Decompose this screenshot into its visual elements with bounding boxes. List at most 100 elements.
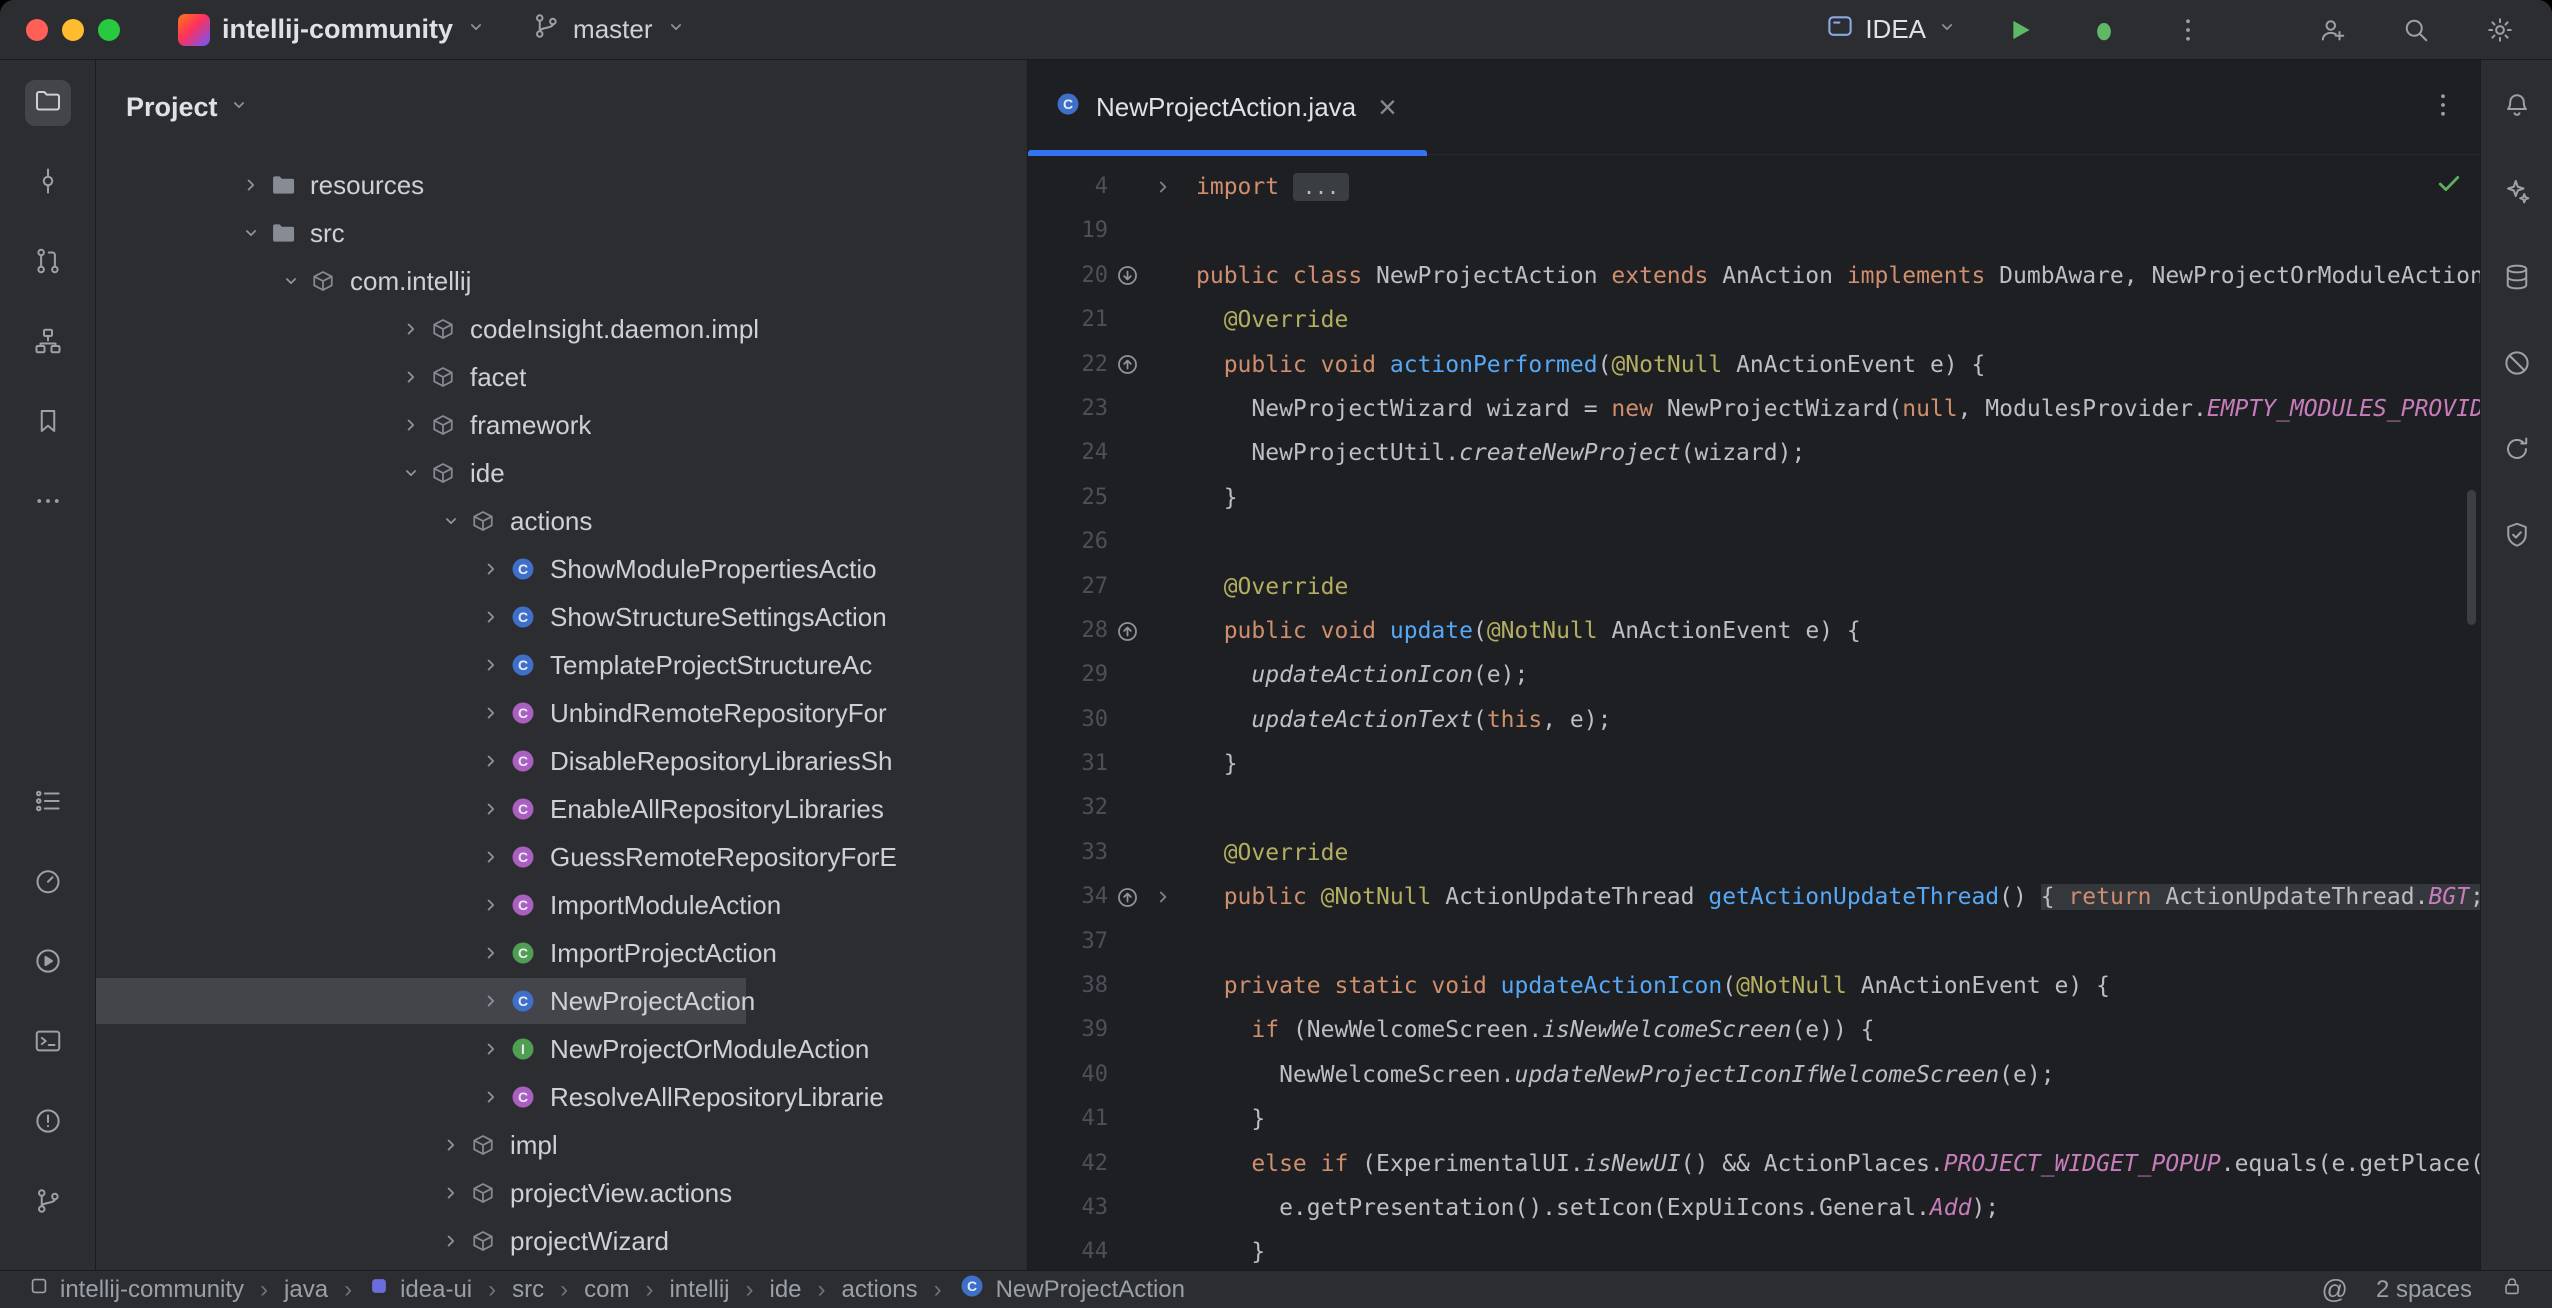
overriding-method-icon[interactable] [1108,619,1146,644]
editor-options-button[interactable] [2428,90,2458,125]
chevron-right-icon[interactable] [436,1134,466,1156]
overriding-method-icon[interactable] [1108,885,1146,910]
fold-chevron-icon[interactable] [1146,177,1180,197]
chevron-right-icon[interactable] [476,798,506,820]
run-button[interactable] [25,940,71,986]
tree-item[interactable]: framework [96,401,1027,449]
chevron-right-icon[interactable] [476,894,506,916]
tree-item[interactable]: resources [96,161,1027,209]
breadcrumb-item[interactable]: intellij-community [28,1275,244,1304]
debug-button[interactable] [2082,8,2126,52]
shield-check-button[interactable] [2494,514,2540,560]
settings-button[interactable] [2478,8,2522,52]
tree-item[interactable]: projectWizard [96,1217,1027,1265]
database-button[interactable] [2494,256,2540,302]
chevron-right-icon[interactable] [436,1182,466,1204]
breadcrumb-item[interactable]: actions [842,1276,918,1304]
tree-item[interactable]: CTemplateProjectStructureAc [96,641,1027,689]
minimize-button[interactable] [62,19,84,41]
more-actions-button[interactable] [2166,8,2210,52]
chevron-right-icon[interactable] [476,654,506,676]
tree-item[interactable]: facet [96,353,1027,401]
version-control-button[interactable] [25,1180,71,1226]
tree-item[interactable]: codeInsight.daemon.impl [96,305,1027,353]
editor-tab[interactable]: C NewProjectAction.java × [1028,60,1427,155]
breadcrumb-item[interactable]: CNewProjectAction [958,1272,1185,1307]
tree-item[interactable]: CImportModuleAction [96,881,1027,929]
chevron-right-icon[interactable] [476,702,506,724]
overridden-marker-icon[interactable] [1108,263,1146,288]
pull-requests-button[interactable] [25,240,71,286]
commit-button[interactable] [25,160,71,206]
more-button[interactable] [25,480,71,526]
chevron-down-icon[interactable] [236,222,266,244]
tree-item[interactable]: CDisableRepositoryLibrariesSh [96,737,1027,785]
tree-item[interactable]: src [96,209,1027,257]
tree-item[interactable]: CResolveAllRepositoryLibrarie [96,1073,1027,1121]
tree-item[interactable]: com.intellij [96,257,1027,305]
tree-item[interactable]: ide [96,449,1027,497]
chevron-right-icon[interactable] [476,750,506,772]
profiler-button[interactable] [25,860,71,906]
tree-item[interactable]: CImportProjectAction [96,929,1027,977]
chevron-right-icon[interactable] [396,366,426,388]
project-button[interactable] [25,80,71,126]
indent-status[interactable]: 2 spaces [2376,1276,2472,1304]
chevron-right-icon[interactable] [476,990,506,1012]
run-button[interactable] [1998,8,2042,52]
chevron-right-icon[interactable] [476,942,506,964]
at-icon[interactable]: @ [2322,1274,2348,1305]
breadcrumb-item[interactable]: java [284,1276,328,1304]
chevron-right-icon[interactable] [476,558,506,580]
inspections-ok-icon[interactable] [2434,168,2464,203]
breadcrumb-item[interactable]: intellij [669,1276,729,1304]
tree-item[interactable]: impl [96,1121,1027,1169]
zoom-button[interactable] [98,19,120,41]
terminal-button[interactable] [25,1020,71,1066]
chevron-right-icon[interactable] [236,174,266,196]
overriding-method-icon[interactable] [1108,352,1146,377]
breadcrumb-item[interactable]: ide [770,1276,802,1304]
fold-chevron-icon[interactable] [1146,887,1180,907]
tree-item[interactable]: CUnbindRemoteRepositoryFor [96,689,1027,737]
project-widget[interactable]: intellij-community [178,14,487,46]
no-entry-button[interactable] [2494,342,2540,388]
chevron-down-icon[interactable] [276,270,306,292]
bookmarks-button[interactable] [25,400,71,446]
chevron-right-icon[interactable] [476,1038,506,1060]
close-icon[interactable]: × [1378,91,1397,123]
notifications-button[interactable] [2494,84,2540,130]
breadcrumb-item[interactable]: idea-ui [368,1275,472,1304]
close-button[interactable] [26,19,48,41]
lock-icon[interactable] [2500,1274,2524,1305]
chevron-right-icon[interactable] [396,414,426,436]
chevron-down-icon[interactable] [436,510,466,532]
chevron-right-icon[interactable] [476,846,506,868]
tree-item[interactable]: CNewProjectAction [96,977,1027,1025]
breadcrumb-item[interactable]: com [584,1276,629,1304]
tree-item[interactable]: CShowStructureSettingsAction [96,593,1027,641]
chevron-right-icon[interactable] [476,606,506,628]
breadcrumb-item[interactable]: src [512,1276,544,1304]
ai-assistant-button[interactable] [2494,170,2540,216]
tree-item[interactable]: CShowModulePropertiesActio [96,545,1027,593]
chevron-right-icon[interactable] [476,1086,506,1108]
tree-item[interactable]: INewProjectOrModuleAction [96,1025,1027,1073]
chevron-right-icon[interactable] [396,318,426,340]
tree-item[interactable]: actions [96,497,1027,545]
todo-button[interactable] [25,780,71,826]
code-area[interactable]: 4import ...1920public class NewProjectAc… [1028,156,2480,1270]
search-everywhere-button[interactable] [2394,8,2438,52]
sync-button[interactable] [2494,428,2540,474]
project-panel-header[interactable]: Project [96,60,1027,155]
structure-button[interactable] [25,320,71,366]
chevron-right-icon[interactable] [436,1230,466,1252]
tree-item[interactable]: projectView.actions [96,1169,1027,1217]
editor-scrollbar[interactable] [2467,490,2476,625]
tree-item[interactable]: CGuessRemoteRepositoryForE [96,833,1027,881]
chevron-down-icon[interactable] [396,462,426,484]
run-configuration-widget[interactable]: IDEA [1825,11,1958,48]
code-with-me-button[interactable] [2310,8,2354,52]
tree-item[interactable]: CEnableAllRepositoryLibraries [96,785,1027,833]
git-branch-widget[interactable]: master [531,11,686,48]
